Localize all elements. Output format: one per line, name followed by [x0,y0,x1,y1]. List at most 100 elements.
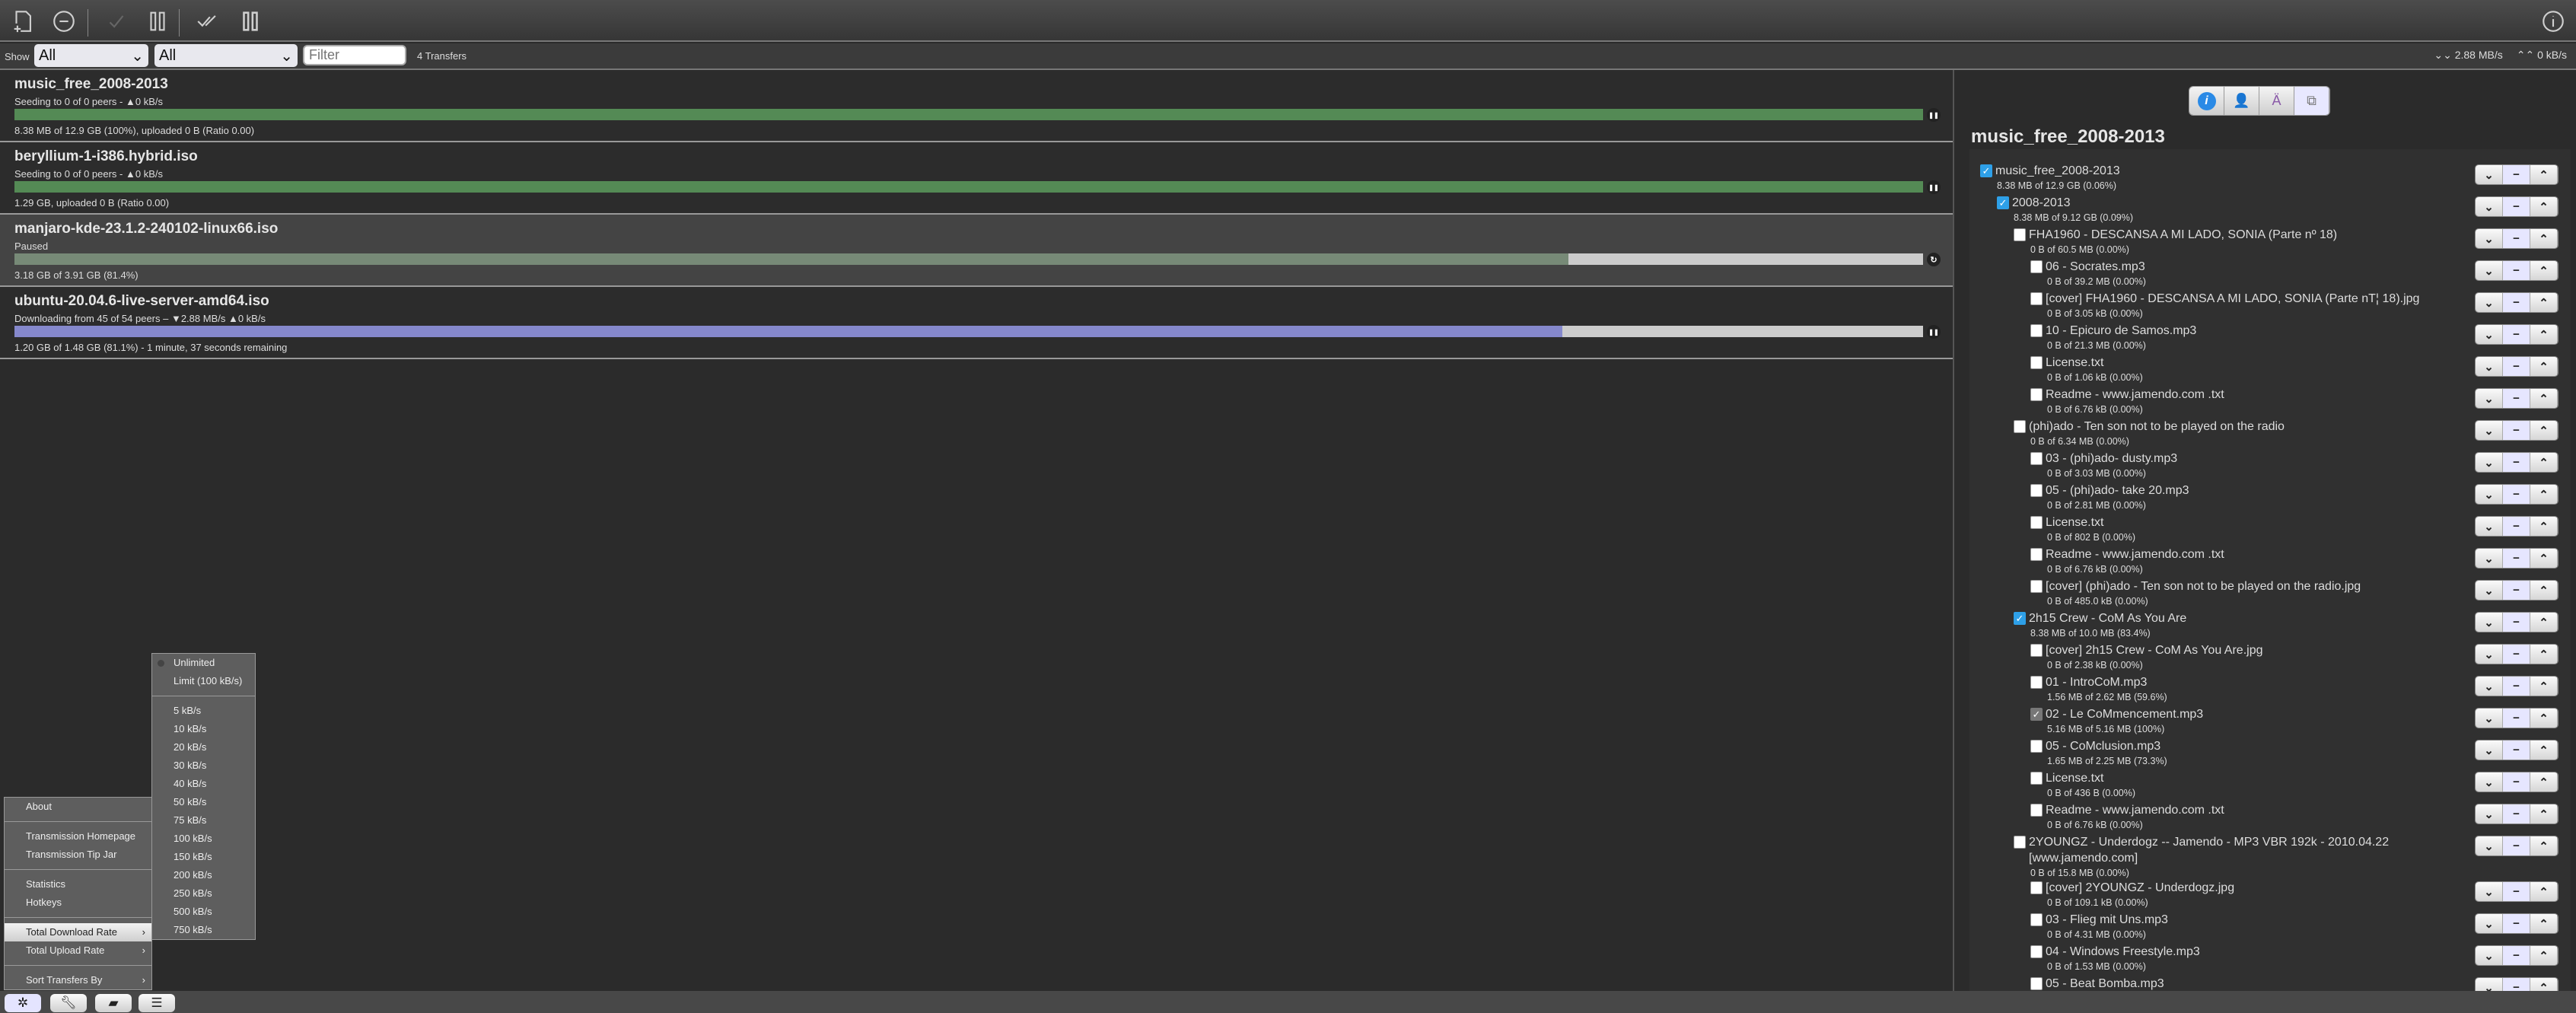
info-icon[interactable] [2538,6,2568,37]
priority-high-button[interactable]: ⌃ [2530,978,2558,991]
tab-info[interactable]: i [2189,87,2224,115]
status-filter-select[interactable]: All ⌄ [34,44,148,67]
priority-low-button[interactable]: ⌄ [2476,485,2503,504]
priority-high-button[interactable]: ⌃ [2530,261,2558,280]
start-icon[interactable] [101,6,132,37]
priority-high-button[interactable]: ⌃ [2530,485,2558,504]
priority-low-button[interactable]: ⌄ [2476,613,2503,632]
file-checkbox[interactable] [2030,452,2043,465]
file-checkbox[interactable] [2030,324,2043,337]
priority-low-button[interactable]: ⌄ [2476,261,2503,280]
pause-all-icon[interactable] [235,6,266,37]
priority-high-button[interactable]: ⌃ [2530,389,2558,408]
priority-low-button[interactable]: ⌄ [2476,836,2503,855]
priority-high-button[interactable]: ⌃ [2530,421,2558,440]
priority-low-button[interactable]: ⌄ [2476,882,2503,901]
file-checkbox[interactable] [2030,580,2043,593]
file-checkbox[interactable] [2030,945,2043,958]
priority-high-button[interactable]: ⌃ [2530,836,2558,855]
priority-high-button[interactable]: ⌃ [2530,882,2558,901]
priority-normal-button[interactable]: − [2503,946,2530,965]
tab-peers[interactable]: 👤 [2224,87,2259,115]
remove-icon[interactable] [49,6,79,37]
priority-high-button[interactable]: ⌃ [2530,772,2558,792]
priority-low-button[interactable]: ⌄ [2476,165,2503,184]
tab-trackers[interactable]: Ä [2259,87,2294,115]
torrent-row[interactable]: music_free_2008-2013 Seeding to 0 of 0 pe… [0,70,1953,142]
priority-normal-button[interactable]: − [2503,453,2530,472]
priority-low-button[interactable]: ⌄ [2476,645,2503,664]
menu-item-total-download-rate[interactable]: Total Download Rate › [5,923,151,941]
priority-high-button[interactable]: ⌃ [2530,645,2558,664]
priority-normal-button[interactable]: − [2503,261,2530,280]
tracker-filter-select[interactable]: All ⌄ [154,44,298,67]
priority-normal-button[interactable]: − [2503,485,2530,504]
rate-option[interactable]: 750 kB/s [152,921,255,939]
rate-option[interactable]: 200 kB/s [152,866,255,884]
torrent-row[interactable]: manjaro-kde-23.1.2-240102-linux66.iso Pau… [0,215,1953,287]
rate-option[interactable]: 150 kB/s [152,848,255,866]
priority-low-button[interactable]: ⌄ [2476,741,2503,760]
priority-low-button[interactable]: ⌄ [2476,421,2503,440]
file-checkbox[interactable] [2030,977,2043,990]
open-file-icon[interactable] [8,6,38,37]
rate-option[interactable]: 5 kB/s [152,702,255,720]
rate-option[interactable]: 500 kB/s [152,903,255,921]
rate-option[interactable]: 100 kB/s [152,830,255,848]
priority-low-button[interactable]: ⌄ [2476,229,2503,248]
priority-low-button[interactable]: ⌄ [2476,772,2503,792]
torrent-row[interactable]: ubuntu-20.04.6-live-server-amd64.iso Down… [0,287,1953,359]
menu-item-transmission-tip-jar[interactable]: Transmission Tip Jar [5,846,151,864]
file-checkbox[interactable] [2030,740,2043,753]
rate-option-limit[interactable]: Limit (100 kB/s) [152,672,255,690]
priority-high-button[interactable]: ⌃ [2530,325,2558,344]
priority-high-button[interactable]: ⌃ [2530,453,2558,472]
priority-high-button[interactable]: ⌃ [2530,549,2558,568]
file-checkbox[interactable] [2014,836,2026,849]
file-checkbox[interactable] [2030,356,2043,369]
file-checkbox[interactable] [2030,548,2043,561]
file-checkbox[interactable] [2030,881,2043,894]
priority-high-button[interactable]: ⌃ [2530,946,2558,965]
file-checkbox[interactable]: ✓ [1980,164,1992,177]
priority-low-button[interactable]: ⌄ [2476,946,2503,965]
priority-high-button[interactable]: ⌃ [2530,165,2558,184]
priority-normal-button[interactable]: − [2503,325,2530,344]
priority-normal-button[interactable]: − [2503,978,2530,991]
priority-normal-button[interactable]: − [2503,165,2530,184]
torrent-row[interactable]: beryllium-1-i386.hybrid.iso Seeding to 0 … [0,142,1953,215]
menu-item-about[interactable]: About [5,798,151,816]
pause-icon[interactable]: ❚❚ [1927,325,1941,339]
priority-low-button[interactable]: ⌄ [2476,325,2503,344]
priority-high-button[interactable]: ⌃ [2530,914,2558,933]
menu-item-transmission-homepage[interactable]: Transmission Homepage [5,827,151,846]
priority-low-button[interactable]: ⌄ [2476,804,2503,823]
priority-low-button[interactable]: ⌄ [2476,293,2503,312]
priority-low-button[interactable]: ⌄ [2476,197,2503,216]
file-checkbox[interactable] [2030,516,2043,529]
priority-normal-button[interactable]: − [2503,836,2530,855]
file-checkbox[interactable] [2030,388,2043,401]
file-checkbox[interactable] [2030,484,2043,497]
file-checkbox[interactable] [2030,913,2043,926]
priority-normal-button[interactable]: − [2503,914,2530,933]
priority-low-button[interactable]: ⌄ [2476,549,2503,568]
priority-high-button[interactable]: ⌃ [2530,357,2558,376]
file-checkbox[interactable]: ✓ [2030,708,2043,721]
menu-item-statistics[interactable]: Statistics [5,875,151,894]
priority-normal-button[interactable]: − [2503,229,2530,248]
pause-icon[interactable] [142,6,173,37]
priority-low-button[interactable]: ⌄ [2476,389,2503,408]
priority-high-button[interactable]: ⌃ [2530,229,2558,248]
file-checkbox[interactable] [2030,676,2043,689]
priority-low-button[interactable]: ⌄ [2476,581,2503,600]
priority-high-button[interactable]: ⌃ [2530,581,2558,600]
priority-normal-button[interactable]: − [2503,389,2530,408]
tab-files[interactable]: ⧉ [2294,87,2329,115]
menu-item-sort-transfers-by[interactable]: Sort Transfers By › [5,971,151,989]
priority-low-button[interactable]: ⌄ [2476,709,2503,728]
priority-low-button[interactable]: ⌄ [2476,357,2503,376]
priority-low-button[interactable]: ⌄ [2476,517,2503,536]
rate-option[interactable]: 75 kB/s [152,811,255,830]
priority-high-button[interactable]: ⌃ [2530,677,2558,696]
